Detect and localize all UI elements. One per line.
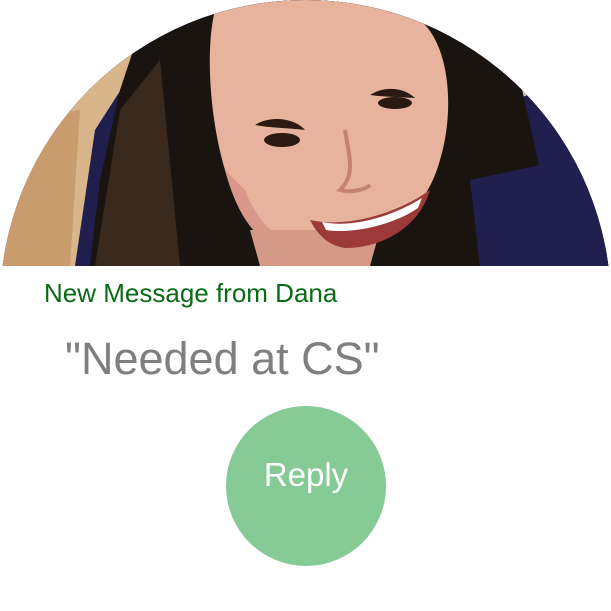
reply-button-label: Reply bbox=[263, 456, 349, 493]
sender-photo bbox=[0, 0, 611, 266]
sender-photo-image bbox=[0, 0, 611, 266]
watch-face: New Message from Dana "Needed at CS" Rep… bbox=[0, 0, 611, 611]
message-text: "Needed at CS" bbox=[65, 333, 380, 384]
notification-title: New Message from Dana bbox=[44, 278, 338, 308]
reply-button[interactable]: Reply bbox=[226, 406, 386, 566]
